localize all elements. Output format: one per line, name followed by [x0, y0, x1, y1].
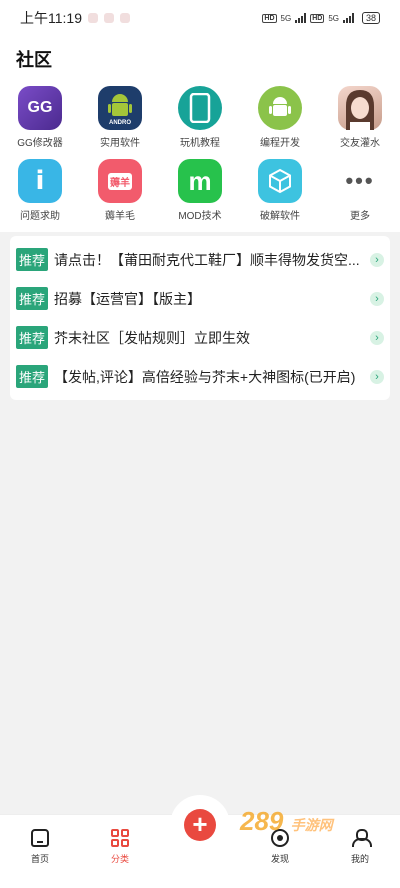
- chevron-right-icon: ›: [370, 330, 384, 345]
- recommend-tag: 推荐: [16, 326, 49, 349]
- category-label: 薅羊毛: [105, 211, 135, 222]
- category-utility-software[interactable]: ANDRO 实用软件: [80, 86, 160, 149]
- status-right: HD 5G HD 5G 38: [262, 12, 380, 24]
- nav-discover-label: 发现: [270, 854, 289, 864]
- recommended-item[interactable]: 推荐 请点击！【莆田耐克代工鞋厂】顺丰得物发货空... ›: [10, 240, 390, 279]
- category-more[interactable]: ••• 更多: [320, 159, 400, 222]
- category-programming[interactable]: 编程开发: [240, 86, 320, 149]
- chevron-right-icon: ›: [370, 252, 384, 267]
- user-icon: [349, 827, 372, 849]
- recommended-item-title: 招募【运营官】【版主】: [54, 290, 202, 307]
- signal-icon: [295, 13, 307, 23]
- category-label: 实用软件: [100, 138, 140, 149]
- nav-mine-label: 我的: [350, 854, 369, 864]
- mod-m-icon: m: [178, 159, 222, 203]
- recommended-item-title: 请点击！【莆田耐克代工鞋厂】顺丰得物发货空...: [54, 251, 360, 268]
- category-label: 更多: [350, 211, 370, 222]
- recommended-item[interactable]: 推荐 【发帖,评论】高倍经验与芥末+大神图标(已开启) ›: [10, 357, 390, 396]
- home-icon: [29, 827, 51, 849]
- nav-category[interactable]: 分类: [80, 815, 160, 888]
- status-bar: 上午11:19 HD 5G HD 5G 38: [0, 0, 400, 36]
- category-section: 社区 GG GG修改器 ANDRO 实用软件 玩机教程 编程开发 交友灌水 i …: [0, 36, 400, 232]
- nav-post: +: [160, 795, 240, 888]
- category-phone-tutorial[interactable]: 玩机教程: [160, 86, 240, 149]
- bottom-nav: 首页 分类 + 发现 我的: [0, 795, 400, 888]
- android-robot-icon: [269, 97, 291, 116]
- status-time: 上午11:19: [20, 10, 82, 26]
- page-title: 社区: [16, 50, 52, 70]
- hd-icon: HD: [310, 13, 325, 23]
- network-label: 5G: [328, 13, 339, 23]
- category-social[interactable]: 交友灌水: [320, 86, 400, 149]
- hd-icon: HD: [262, 13, 277, 23]
- chevron-right-icon: ›: [370, 369, 384, 384]
- category-label: 问题求助: [20, 211, 60, 222]
- category-mod[interactable]: m MOD技术: [160, 159, 240, 222]
- gg-modifier-icon: GG: [18, 86, 62, 130]
- freebie-bag-icon: 薅羊: [98, 159, 142, 203]
- recommended-item[interactable]: 推荐 招募【运营官】【版主】 ›: [10, 279, 390, 318]
- add-post-button[interactable]: +: [184, 809, 216, 841]
- category-label: 编程开发: [260, 138, 300, 149]
- more-dots-icon: •••: [345, 168, 375, 193]
- network-label: 5G: [280, 13, 292, 23]
- freebie-bag-label: 薅羊: [108, 172, 132, 190]
- help-info-icon: i: [18, 159, 62, 203]
- category-help[interactable]: i 问题求助: [0, 159, 80, 222]
- recommend-tag: 推荐: [16, 287, 49, 310]
- phone-tutorial-icon: [178, 86, 222, 130]
- recommended-item[interactable]: 推荐 芥末社区［发帖规则］立即生效 ›: [10, 318, 390, 357]
- category-freebies[interactable]: 薅羊 薅羊毛: [80, 159, 160, 222]
- watermark-logo: 289: [240, 806, 284, 836]
- svg-text:ANDRO: ANDRO: [109, 120, 131, 125]
- android-robot-icon: ANDRO: [108, 94, 132, 125]
- category-grid: GG GG修改器 ANDRO 实用软件 玩机教程 编程开发 交友灌水 i 问题求…: [0, 86, 400, 222]
- notification-icon: [120, 13, 130, 23]
- category-label: 破解软件: [260, 211, 300, 222]
- android-dev-icon: [258, 86, 302, 130]
- site-watermark: 289 手游网: [240, 806, 333, 837]
- nav-home-label: 首页: [30, 854, 49, 864]
- category-grid-icon: [109, 827, 131, 849]
- recommend-tag: 推荐: [16, 365, 49, 388]
- category-crack[interactable]: 破解软件: [240, 159, 320, 222]
- phone-icon: [189, 93, 211, 123]
- cube-shape-icon: [269, 168, 291, 194]
- notification-icon: [104, 13, 114, 23]
- notification-icons: [88, 13, 130, 23]
- recommend-tag: 推荐: [16, 248, 49, 271]
- recommended-item-title: 【发帖,评论】高倍经验与芥末+大神图标(已开启): [54, 368, 356, 385]
- notification-icon: [88, 13, 98, 23]
- nav-home[interactable]: 首页: [0, 815, 80, 888]
- nav-category-label: 分类: [110, 854, 129, 864]
- recommended-item-title: 芥末社区［发帖规则］立即生效: [54, 329, 251, 346]
- category-label: GG修改器: [17, 138, 63, 149]
- watermark-sub: 手游网: [290, 817, 333, 833]
- recommended-list: 推荐 请点击！【莆田耐克代工鞋厂】顺丰得物发货空... › 推荐 招募【运营官】…: [10, 236, 390, 400]
- avatar-photo-icon: [346, 90, 374, 130]
- battery-icon: 38: [361, 12, 380, 24]
- chevron-right-icon: ›: [370, 291, 384, 306]
- category-gg-modifier[interactable]: GG GG修改器: [0, 86, 80, 149]
- android-utility-icon: ANDRO: [98, 86, 142, 130]
- category-label: 玩机教程: [180, 138, 220, 149]
- signal-icon: [342, 13, 354, 23]
- category-label: MOD技术: [178, 211, 222, 222]
- social-avatar-icon: [338, 86, 382, 130]
- cube-icon: [258, 159, 302, 203]
- category-label: 交友灌水: [340, 138, 380, 149]
